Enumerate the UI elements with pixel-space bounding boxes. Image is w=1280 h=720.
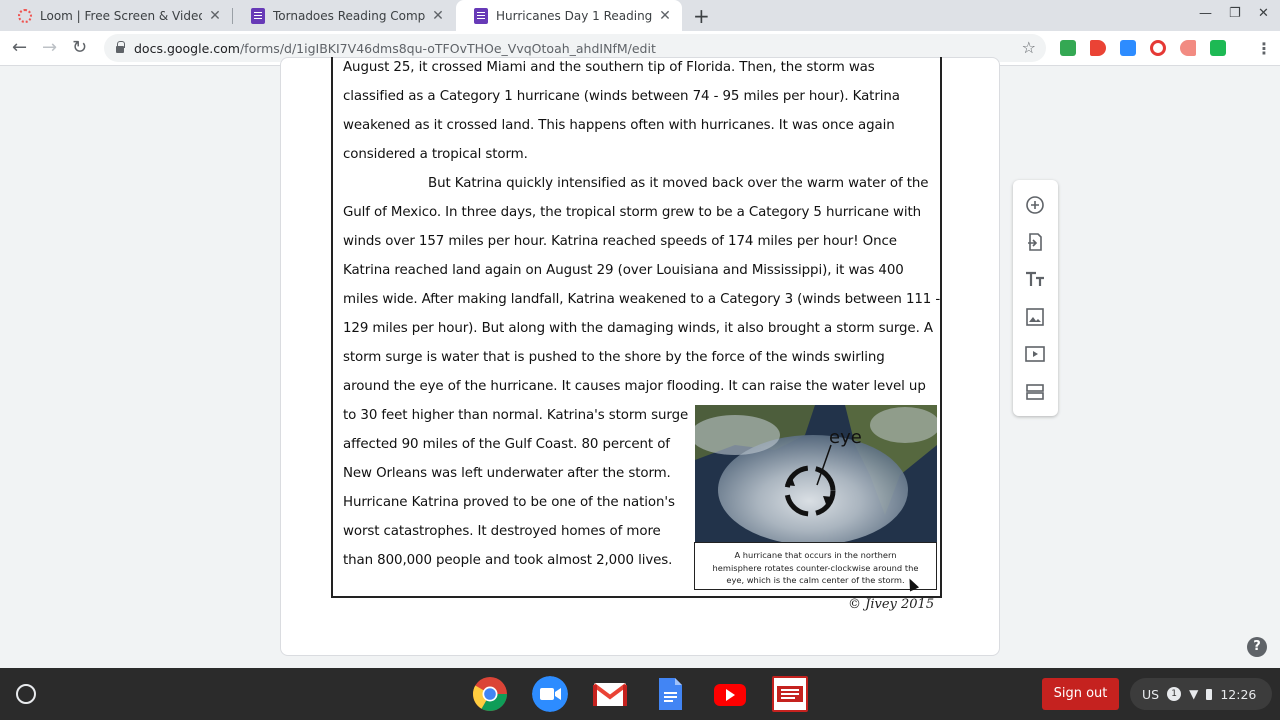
time-for-kids-icon[interactable] (772, 676, 808, 712)
caption-line: hemisphere rotates counter-clockwise aro… (712, 562, 919, 573)
eye-label: eye (829, 427, 862, 448)
caption-line: eye, which is the calm center of the sto… (726, 575, 905, 585)
page-content: August 25, it crossed Miami and the sout… (0, 57, 1280, 668)
import-questions-icon[interactable] (1025, 232, 1045, 252)
keyboard-locale: US (1142, 686, 1160, 702)
wifi-icon: ▼ (1189, 687, 1199, 701)
chrome-icon[interactable] (472, 676, 508, 712)
add-question-icon[interactable] (1025, 195, 1045, 215)
close-icon[interactable]: ✕ (431, 8, 445, 24)
launcher-icon[interactable] (16, 684, 36, 704)
passage-line: weakened as it crossed land. This happen… (343, 118, 895, 133)
close-icon[interactable]: ✕ (208, 8, 222, 24)
notification-badge: 1 (1167, 687, 1182, 701)
tab-loom[interactable]: Loom | Free Screen & Video Reco ✕ (0, 0, 232, 31)
close-icon[interactable]: ✕ (658, 8, 672, 24)
megaphone-icon[interactable] (1090, 40, 1106, 56)
help-icon[interactable]: ? (1247, 637, 1267, 657)
clock: 12:26 (1220, 686, 1257, 702)
tab-title: Hurricanes Day 1 Reading Comp (496, 8, 652, 23)
passage-line: worst catastrophes. It destroyed homes o… (343, 524, 661, 539)
passage-line: winds over 157 miles per hour. Katrina r… (343, 234, 897, 249)
hurricane-illustration: eye (695, 405, 937, 543)
forward-button[interactable]: → (42, 37, 57, 58)
gmail-icon[interactable] (592, 676, 628, 712)
back-button[interactable]: ← (12, 37, 27, 58)
zoom-app-icon[interactable] (532, 676, 568, 712)
passage-line: miles wide. After making landfall, Katri… (343, 292, 941, 307)
tab-title: Tornadoes Reading Comprehens (273, 8, 425, 23)
extension-icon[interactable] (1210, 40, 1226, 56)
battery-icon (1206, 688, 1213, 700)
status-tray[interactable]: US 1 ▼ 12:26 (1130, 678, 1272, 710)
lock-icon (116, 41, 125, 53)
passage-line: August 25, it crossed Miami and the sout… (343, 60, 875, 75)
sign-out-button[interactable]: Sign out (1042, 678, 1119, 710)
passage-line: around the eye of the hurricane. It caus… (343, 379, 926, 394)
passage-line: affected 90 miles of the Gulf Coast. 80 … (343, 437, 670, 452)
url-path: /forms/d/1igIBKI7V46dms8qu-oTFOvTHOe_Vvq… (239, 40, 656, 56)
tab-title: Loom | Free Screen & Video Reco (40, 8, 202, 23)
bookmark-star-icon[interactable]: ☆ (1022, 38, 1036, 57)
loom-extension-icon[interactable] (1180, 40, 1196, 56)
zoom-extension-icon[interactable] (1120, 40, 1136, 56)
passage-line: Katrina reached land again on August 29 … (343, 263, 904, 278)
loom-icon (18, 8, 32, 23)
google-docs-icon[interactable] (652, 676, 688, 712)
restore-button[interactable]: ❐ (1229, 6, 1241, 21)
add-section-icon[interactable] (1025, 382, 1045, 402)
form-side-toolbar (1013, 180, 1058, 416)
copyright-text: © Jivey 2015 (848, 597, 935, 612)
add-video-icon[interactable] (1025, 344, 1045, 364)
youtube-icon[interactable] (712, 676, 748, 712)
passage-line: classified as a Category 1 hurricane (wi… (343, 89, 900, 104)
window-close-button[interactable]: ✕ (1258, 6, 1269, 21)
add-image-icon[interactable] (1025, 307, 1045, 327)
tab-strip: Loom | Free Screen & Video Reco ✕ Tornad… (0, 0, 1280, 31)
caption-line: A hurricane that occurs in the northern (734, 550, 897, 560)
passage-line: But Katrina quickly intensified as it mo… (428, 176, 929, 191)
passage-line: Gulf of Mexico. In three days, the tropi… (343, 205, 922, 220)
chromeos-shelf: Sign out US 1 ▼ 12:26 (0, 668, 1280, 720)
tab-hurricanes[interactable]: Hurricanes Day 1 Reading Comp ✕ (456, 0, 682, 31)
passage-line: than 800,000 people and took almost 2,00… (343, 553, 673, 568)
passage-line: considered a tropical storm. (343, 147, 528, 162)
forms-icon (474, 7, 488, 24)
hurricane-satellite-image: eye (695, 405, 937, 543)
url-host: docs.google.com (134, 40, 240, 56)
add-title-icon[interactable] (1025, 269, 1045, 289)
passage-line: storm surge is water that is pushed to t… (343, 350, 885, 365)
image-caption: A hurricane that occurs in the northern … (694, 542, 937, 590)
screencastify-icon[interactable] (1150, 40, 1166, 56)
passage-line: 129 miles per hour). But along with the … (343, 321, 933, 336)
reload-button[interactable]: ↻ (72, 37, 87, 58)
forms-icon (251, 7, 265, 24)
minimize-button[interactable]: — (1199, 6, 1212, 21)
tab-tornadoes[interactable]: Tornadoes Reading Comprehens ✕ (233, 0, 455, 31)
new-tab-button[interactable]: + (693, 4, 710, 28)
passage-line: New Orleans was left underwater after th… (343, 466, 671, 481)
google-classroom-icon[interactable] (1060, 40, 1076, 56)
passage-line: to 30 feet higher than normal. Katrina's… (343, 408, 689, 423)
menu-icon[interactable]: ⋮ (1256, 39, 1272, 58)
passage-line: Hurricane Katrina proved to be one of th… (343, 495, 675, 510)
